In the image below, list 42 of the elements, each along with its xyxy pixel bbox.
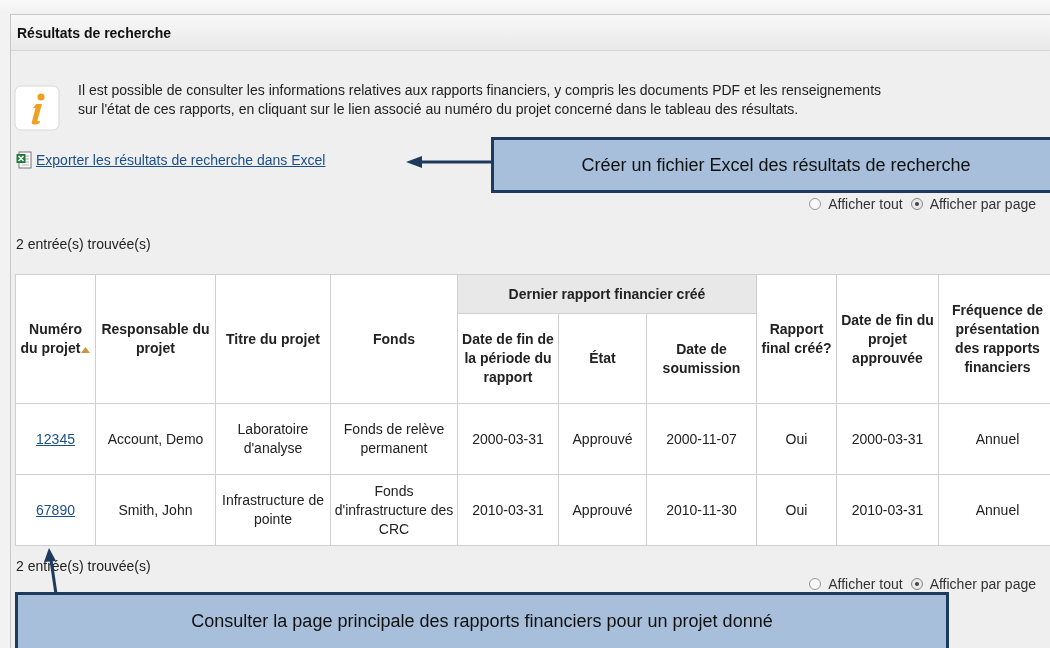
table-cell: Approuvé bbox=[558, 474, 647, 546]
export-link[interactable]: Exporter les résultats de recherche dans Excel bbox=[36, 152, 326, 168]
project-link[interactable]: 12345 bbox=[36, 430, 75, 447]
info-icon bbox=[14, 85, 60, 131]
project-link[interactable]: 67890 bbox=[36, 501, 75, 518]
callout-box: Créer un fichier Excel des résultats de recherche bbox=[491, 137, 1050, 193]
callout-box: Consulter la page principale des rapports financiers pour un projet donné bbox=[15, 592, 949, 648]
table-cell: Oui bbox=[756, 474, 837, 546]
table-cell: Oui bbox=[756, 403, 837, 475]
column-header: Responsable du projet bbox=[95, 274, 216, 404]
sort-caret-icon bbox=[81, 347, 91, 353]
table-cell: 2010-11-30 bbox=[646, 474, 757, 546]
table-cell: Laboratoire d'analyse bbox=[215, 403, 331, 475]
radio-button[interactable]: Afficher par page bbox=[910, 576, 1036, 592]
radio-button[interactable]: Afficher par page bbox=[910, 196, 1036, 212]
column-header: État bbox=[558, 313, 647, 404]
table-cell: 2000-03-31 bbox=[457, 403, 559, 475]
column-header: Rapport final créé? bbox=[756, 274, 837, 404]
info-text: sur l'état de ces rapports, en cliquant sur le lien associé au numéro du projet concerné dans le tableau des résultats. bbox=[78, 100, 799, 119]
table-cell: 2000-03-31 bbox=[836, 403, 939, 475]
column-header: Date de fin de la période du rapport bbox=[457, 313, 559, 404]
table-cell: Account, Demo bbox=[95, 403, 216, 475]
results-count: 2 entrée(s) trouvée(s) bbox=[16, 236, 151, 252]
panel-title: Résultats de recherche bbox=[17, 24, 172, 41]
column-header: Date de fin du projet approuvée bbox=[836, 274, 939, 404]
column-group-header: Dernier rapport financier créé bbox=[457, 274, 757, 314]
table-cell: Smith, John bbox=[95, 474, 216, 546]
radio-button[interactable]: Afficher tout bbox=[809, 196, 903, 212]
table-cell: 2010-03-31 bbox=[457, 474, 559, 546]
table-cell: 2000-11-07 bbox=[646, 403, 757, 475]
table-cell: Infrastructure de pointe bbox=[215, 474, 331, 546]
info-text: Il est possible de consulter les informations relatives aux rapports financiers, y compris les documents PDF et les renseignements bbox=[78, 81, 882, 100]
table-cell: 2010-03-31 bbox=[836, 474, 939, 546]
column-header[interactable]: Numéro du projet bbox=[15, 274, 96, 404]
table-cell: Approuvé bbox=[558, 403, 647, 475]
table-cell: Fonds de relève permanent bbox=[330, 403, 458, 475]
column-header: Fonds bbox=[330, 274, 458, 404]
spreadsheet-icon bbox=[16, 151, 32, 169]
radio-button[interactable]: Afficher tout bbox=[809, 576, 903, 592]
table-cell: Fonds d'infrastructure des CRC bbox=[330, 474, 458, 546]
column-header: Fréquence de présentation des rapports financiers bbox=[938, 274, 1050, 404]
column-header: Titre du projet bbox=[215, 274, 331, 404]
